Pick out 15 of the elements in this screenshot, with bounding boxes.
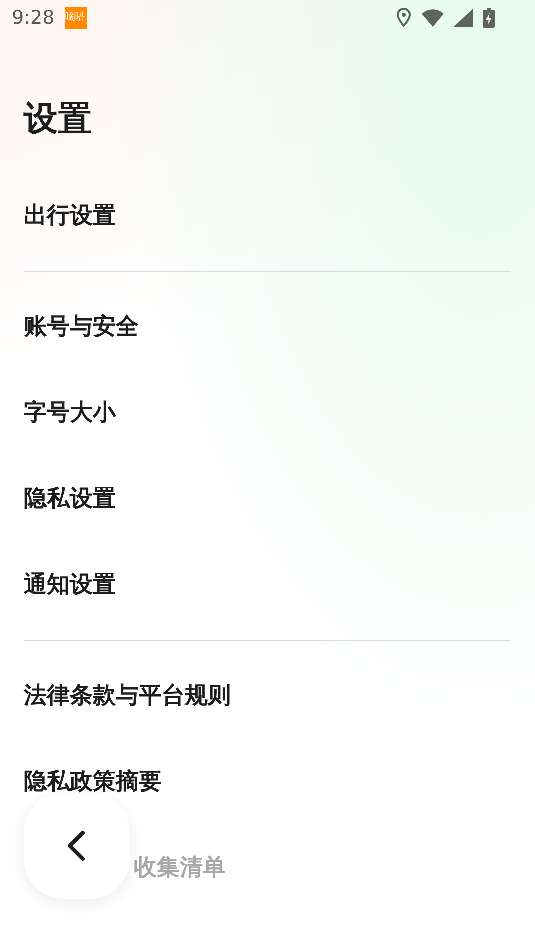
status-time: 9:28 xyxy=(12,7,55,29)
settings-item[interactable]: 隐私设置 xyxy=(24,485,116,513)
settings-item[interactable]: 出行设置 xyxy=(24,202,116,230)
app-notification-icon: 嘀嗒 xyxy=(64,7,87,29)
back-button[interactable] xyxy=(24,793,130,899)
settings-item[interactable]: 账号与安全 xyxy=(24,313,139,341)
signal-icon xyxy=(454,9,473,27)
wifi-icon xyxy=(422,9,444,27)
settings-item[interactable]: 隐私政策摘要 xyxy=(24,768,162,796)
settings-item[interactable]: 字号大小 xyxy=(24,399,116,427)
location-icon xyxy=(396,8,412,28)
page-title: 设置 xyxy=(24,98,93,141)
settings-item[interactable]: 法律条款与平台规则 xyxy=(24,682,231,710)
battery-icon xyxy=(483,8,495,28)
settings-item[interactable]: 通知设置 xyxy=(24,571,116,599)
